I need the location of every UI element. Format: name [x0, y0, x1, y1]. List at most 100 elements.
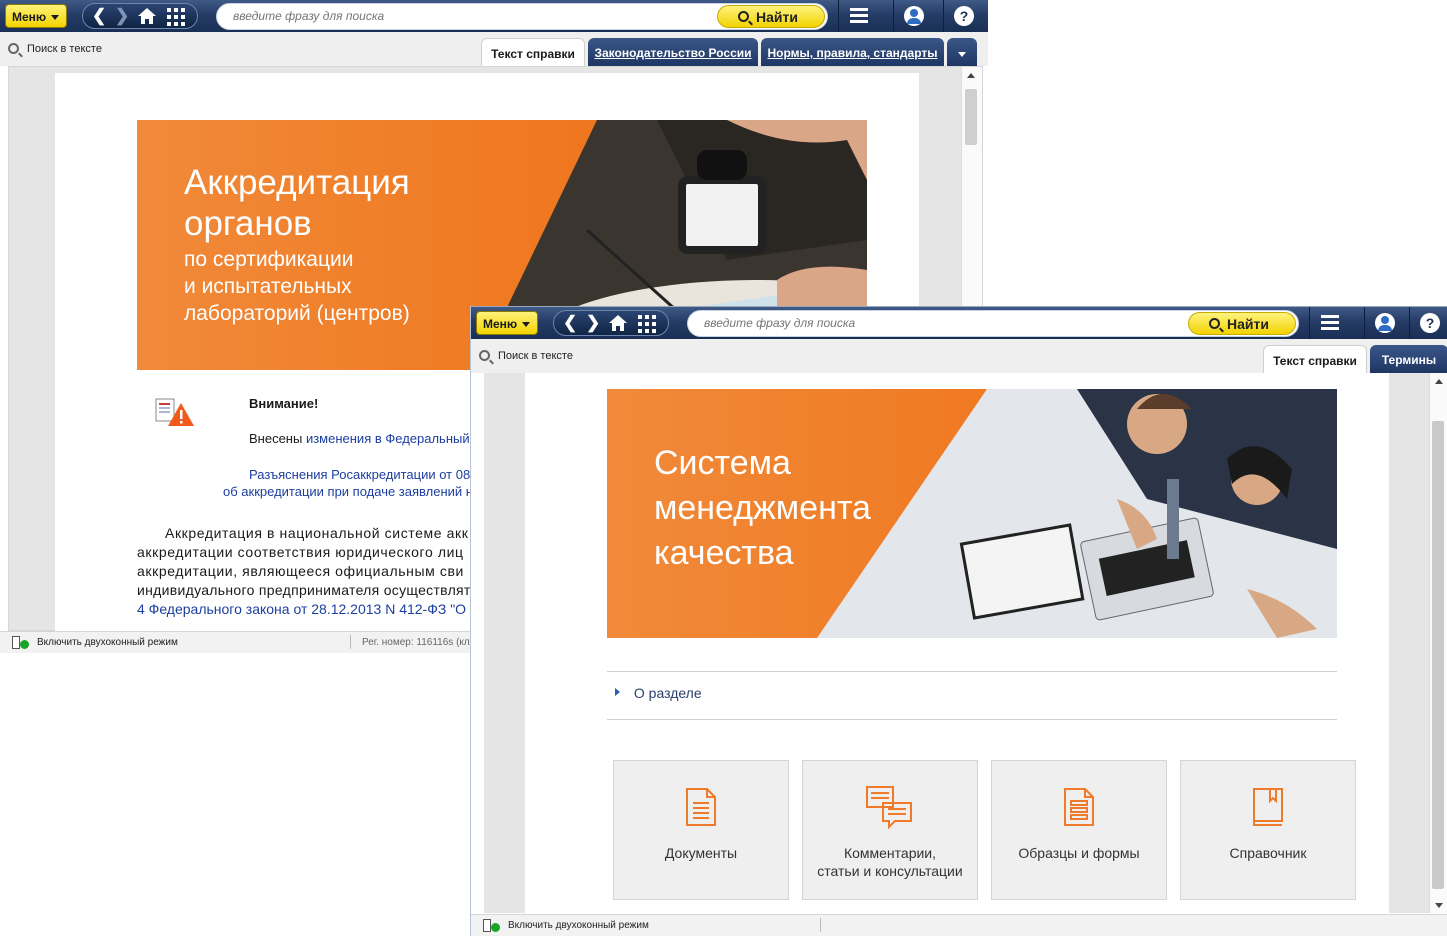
tile-forms-label: Образцы и формы	[1018, 845, 1140, 861]
menu-button[interactable]: Меню	[476, 311, 538, 335]
forward-arrow-icon[interactable]: ❯	[586, 313, 600, 333]
tile-forms[interactable]: Образцы и формы	[991, 760, 1167, 900]
tab-terms[interactable]: Термины	[1370, 345, 1447, 373]
tile-comments[interactable]: Комментарии, статьи и консультации	[802, 760, 978, 900]
divider-top	[607, 671, 1337, 672]
find-in-text-label: Поиск в тексте	[498, 350, 573, 362]
apps-grid-icon[interactable]	[638, 315, 656, 333]
tab-bar: Поиск в тексте Текст справки Законодател…	[0, 32, 988, 66]
chevron-down-icon	[522, 322, 530, 327]
banner-title: Аккредитация органов	[184, 162, 410, 244]
body-line: аккредитации, являющееся официальным сви	[137, 563, 464, 579]
banner-title-line: Аккредитация	[184, 163, 410, 202]
find-in-text-link[interactable]: Поиск в тексте	[479, 350, 573, 362]
scroll-thumb[interactable]	[1432, 421, 1444, 889]
notice-changes-link[interactable]: изменения	[306, 431, 371, 446]
user-icon	[904, 6, 924, 26]
scroll-up-icon[interactable]	[1435, 379, 1443, 384]
dual-window-icon[interactable]	[483, 919, 500, 933]
find-button[interactable]: Найти	[717, 5, 825, 28]
caret-right-icon	[615, 688, 620, 696]
navigation-group: ❮ ❯	[553, 310, 669, 336]
tile-reference-label: Справочник	[1229, 845, 1307, 861]
tile-documents[interactable]: Документы	[613, 760, 789, 900]
tile-documents-label: Документы	[664, 845, 738, 861]
dual-mode-toggle[interactable]: Включить двухоконный режим	[37, 637, 178, 648]
find-button[interactable]: Найти	[1188, 312, 1296, 335]
document-viewport: Система менеджмента качества О разделе Д…	[484, 373, 1447, 913]
scroll-up-icon[interactable]	[967, 73, 975, 78]
banner-title: Система менеджмента качества	[654, 441, 871, 576]
vertical-scrollbar[interactable]	[1429, 373, 1447, 913]
help-button[interactable]: ?	[943, 0, 983, 32]
list-menu-button[interactable]	[1309, 307, 1349, 339]
scroll-down-icon[interactable]	[1435, 903, 1443, 908]
dual-window-icon[interactable]	[12, 636, 29, 650]
search-icon	[1209, 318, 1220, 329]
dual-mode-toggle[interactable]: Включить двухоконный режим	[508, 920, 649, 931]
notice-explanation-link-cont[interactable]: об аккредитации при подаче заявлений на	[223, 484, 480, 499]
status-divider	[350, 635, 351, 649]
tab-norms-standards[interactable]: Нормы, правила, стандарты	[761, 38, 944, 66]
help-button[interactable]: ?	[1409, 307, 1447, 339]
help-icon: ?	[1420, 313, 1440, 333]
banner-subtitle-line: лабораторий (центров)	[184, 302, 410, 325]
banner-quality-management: Система менеджмента качества	[607, 389, 1337, 638]
apps-grid-icon[interactable]	[167, 8, 185, 26]
find-button-label: Найти	[756, 9, 798, 25]
hamburger-icon	[850, 8, 868, 11]
find-in-text-label: Поиск в тексте	[27, 43, 102, 55]
tab-russian-legislation[interactable]: Законодательство России	[588, 38, 758, 66]
search-icon	[738, 11, 749, 22]
tab-help-text[interactable]: Текст справки	[481, 38, 585, 66]
forms-icon	[1063, 787, 1095, 830]
notice-line: Внесены изменения в Федеральный з	[249, 431, 479, 446]
banner-title-line: менеджмента	[654, 489, 871, 527]
find-button-label: Найти	[1227, 316, 1269, 332]
warning-icon	[155, 395, 195, 429]
divider-bottom	[607, 719, 1337, 720]
about-section-toggle[interactable]: О разделе	[615, 685, 702, 701]
tile-reference[interactable]: Справочник	[1180, 760, 1356, 900]
profile-button[interactable]	[1364, 307, 1404, 339]
toolbar: Меню ❮ ❯ Найти ?	[0, 0, 988, 32]
banner-photo-business	[817, 389, 1337, 638]
tab-help-text[interactable]: Текст справки	[1263, 345, 1367, 373]
tabs-overflow-button[interactable]	[947, 38, 977, 66]
hamburger-icon	[1321, 315, 1339, 318]
banner-subtitle: по сертификации и испытательных лаборато…	[184, 246, 410, 327]
about-section-label: О разделе	[633, 685, 702, 701]
document-body-text: Аккредитация в национальной системе акк …	[137, 524, 471, 619]
search-field: Найти	[687, 310, 1299, 337]
body-line: индивидуального предпринимателя осуществ…	[137, 582, 471, 598]
law-412-link[interactable]: 4 Федерального закона от 28.12.2013 N 41…	[137, 600, 471, 619]
banner-subtitle-line: по сертификации	[184, 248, 354, 271]
book-icon	[1252, 787, 1284, 830]
forward-arrow-icon[interactable]: ❯	[115, 6, 129, 26]
body-line: аккредитации соответствия юридического л…	[137, 544, 464, 560]
status-bar: Включить двухоконный режим	[471, 914, 1447, 936]
banner-title-line: Система	[654, 444, 791, 482]
notice-law-link[interactable]: в Федеральный з	[371, 431, 479, 446]
help-icon: ?	[954, 6, 974, 26]
find-in-text-link[interactable]: Поиск в тексте	[8, 43, 102, 55]
status-divider	[820, 918, 821, 932]
home-icon[interactable]	[137, 7, 157, 25]
navigation-group: ❮ ❯	[82, 3, 198, 29]
notice-explanation-link[interactable]: Разъяснения Росаккредитации от 08	[249, 467, 470, 482]
tile-comments-label: Комментарии, статьи и консультации	[817, 845, 963, 879]
home-icon[interactable]	[608, 314, 628, 332]
back-arrow-icon[interactable]: ❮	[92, 6, 106, 26]
toolbar: Меню ❮ ❯ Найти ?	[471, 307, 1447, 339]
banner-subtitle-line: и испытательных	[184, 275, 352, 298]
search-input[interactable]	[233, 9, 703, 23]
scroll-thumb[interactable]	[965, 89, 977, 145]
profile-button[interactable]	[893, 0, 933, 32]
body-line: Аккредитация в национальной системе акк	[165, 525, 469, 541]
search-icon	[8, 43, 19, 54]
menu-button[interactable]: Меню	[5, 4, 67, 28]
search-input[interactable]	[704, 316, 1174, 330]
banner-title-line: качества	[654, 534, 794, 572]
list-menu-button[interactable]	[838, 0, 878, 32]
back-arrow-icon[interactable]: ❮	[563, 313, 577, 333]
